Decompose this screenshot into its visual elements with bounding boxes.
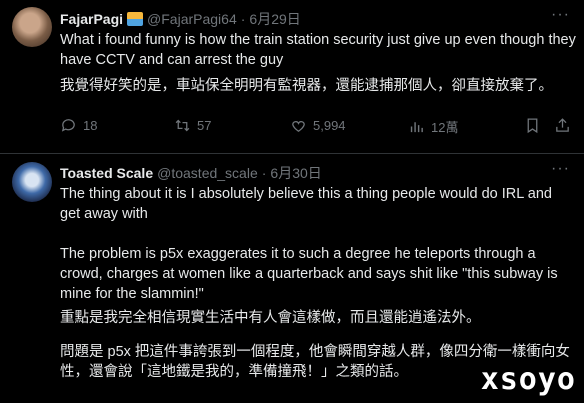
reply-icon <box>61 119 75 132</box>
tweet-fajarpagi: FajarPagi @FajarPagi64 · 6月29日 ··· What … <box>0 0 584 154</box>
tweet-text-zh-1: 重點是我完全相信現實生活中有人會這樣做，而且還能逍遙法外。 <box>60 310 481 326</box>
action-bar: 18 57 5,994 12萬 <box>60 117 570 137</box>
repost-count: 57 <box>197 118 212 133</box>
tweet-text-en: What i found funny is how the train stat… <box>60 32 576 68</box>
author-name[interactable]: Toasted Scale <box>60 165 153 181</box>
reply-button[interactable]: 18 <box>60 117 97 134</box>
tweet-text-zh: 我覺得好笑的是，車站保全明明有監視器，還能逮捕那個人，卻直接放棄了。 <box>60 78 553 94</box>
tweet-header: Toasted Scale @toasted_scale · 6月30日 <box>60 163 322 183</box>
post-date[interactable]: 6月29日 <box>249 9 300 29</box>
repost-icon <box>175 119 190 132</box>
tweet-text-en-1: The thing about it is I absolutely belie… <box>60 186 552 222</box>
avatar[interactable] <box>12 7 52 47</box>
views-icon <box>410 122 423 133</box>
more-icon[interactable]: ··· <box>551 160 570 178</box>
post-date[interactable]: 6月30日 <box>270 163 321 183</box>
tweet-text-en-2: The problem is p5x exaggerates it to suc… <box>60 246 558 302</box>
watermark-logo: xsoyo <box>480 362 576 397</box>
avatar[interactable] <box>12 162 52 202</box>
like-icon <box>292 121 305 132</box>
like-button[interactable]: 5,994 <box>290 117 346 134</box>
bookmark-icon <box>527 118 538 134</box>
separator-dot: · <box>240 11 246 27</box>
reply-count: 18 <box>83 118 98 133</box>
repost-button[interactable]: 57 <box>174 117 211 134</box>
more-icon[interactable]: ··· <box>551 6 570 24</box>
author-name[interactable]: FajarPagi <box>60 11 123 27</box>
flag-badge-icon <box>127 12 144 26</box>
tweet-header: FajarPagi @FajarPagi64 · 6月29日 <box>60 9 301 29</box>
share-icon <box>556 118 569 132</box>
separator-dot: · <box>261 165 267 181</box>
views-count: 12萬 <box>431 120 459 135</box>
like-count: 5,994 <box>313 118 346 133</box>
author-handle[interactable]: @FajarPagi64 <box>147 11 237 27</box>
bookmark-button[interactable] <box>524 117 541 134</box>
views-button[interactable]: 12萬 <box>408 117 458 136</box>
share-button[interactable] <box>554 117 571 134</box>
author-handle[interactable]: @toasted_scale <box>157 165 258 181</box>
